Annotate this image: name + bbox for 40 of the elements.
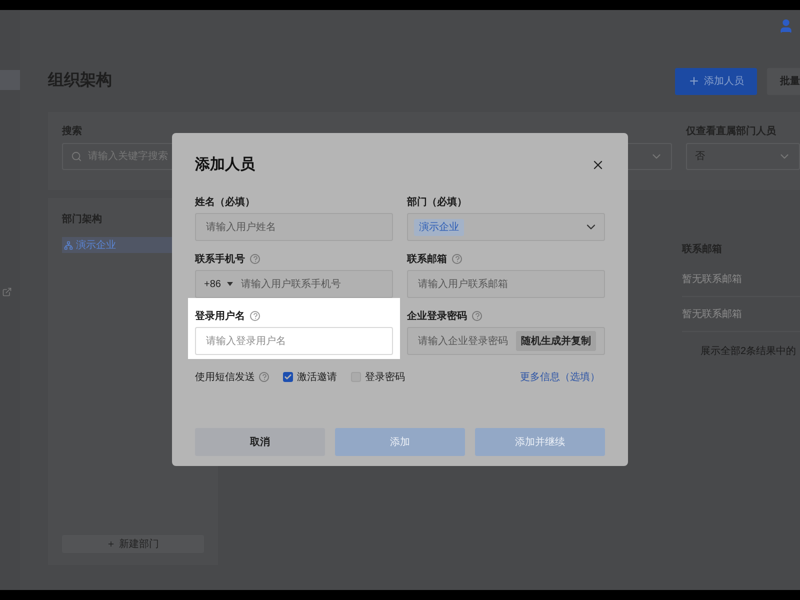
field-label: 联系邮箱 [407,252,447,266]
external-link-icon[interactable] [2,287,12,297]
add-person-button[interactable]: 添加人员 [675,68,757,94]
tree-icon [64,240,73,250]
plus-icon [688,75,700,87]
close-icon[interactable] [591,158,605,172]
generate-password-button[interactable]: 随机生成并复制 [516,331,596,351]
password-input[interactable]: 请输入企业登录密码 随机生成并复制 [407,327,605,355]
department-select[interactable]: 演示企业 [407,213,605,241]
table-cell: 暂无联系邮箱 [682,262,800,297]
checkbox-label: 登录密码 [365,370,405,384]
field-label: 部门（必填） [407,195,467,210]
phone-input[interactable]: +86 请输入用户联系手机号 [195,270,393,298]
search-icon [71,151,82,162]
field-label: 姓名（必填） [195,196,255,210]
phone-placeholder: 请输入用户联系手机号 [240,278,341,292]
text-input[interactable]: 请输入用户联系邮箱 [407,270,605,298]
help-icon [259,372,269,382]
plus-icon [107,540,115,548]
help-icon [250,254,260,264]
checkbox-label: 激活邀请 [297,370,337,384]
cancel-button[interactable]: 取消 [195,428,325,456]
help-icon [452,254,462,264]
caret-icon [226,282,233,286]
country-code[interactable]: +86 [204,276,221,292]
dialog-title: 添加人员 [195,154,255,175]
sms-label: 使用短信发送 [195,370,255,384]
password-placeholder: 请输入企业登录密码 [418,334,508,348]
user-icon[interactable] [778,18,794,34]
checkbox[interactable] [283,372,293,382]
help-icon [250,311,260,321]
department-tag: 演示企业 [414,218,464,236]
help-icon [472,311,482,321]
table-cell: 暂无联系邮箱 [682,297,800,332]
more-info-link[interactable]: 更多信息（选填） [520,370,600,384]
text-input[interactable]: 请输入登录用户名 [195,327,393,355]
field-label: 联系手机号 [195,252,245,266]
field-label: 登录用户名 [195,309,245,324]
field-label: 企业登录密码 [407,310,467,324]
text-input[interactable]: 请输入用户姓名 [195,213,393,241]
